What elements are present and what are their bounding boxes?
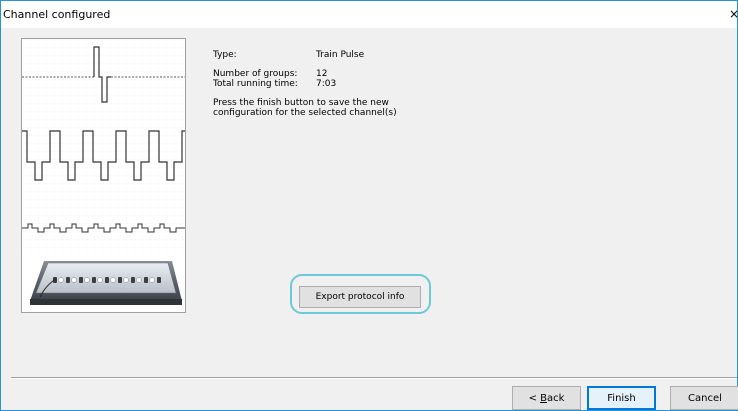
finish-button[interactable]: Finish [587, 386, 656, 410]
instruction-line-1: Press the finish button to save the new [213, 98, 389, 108]
export-protocol-info-button[interactable]: Export protocol info [299, 286, 421, 308]
dialog-content: Type: Train Pulse Number of groups: 12 T… [2, 28, 738, 410]
time-row: Total running time: 7:03 [213, 79, 593, 89]
groups-row: Number of groups: 12 [213, 69, 593, 79]
window-title: Channel configured [3, 8, 111, 21]
footer-separator [11, 377, 737, 379]
time-label: Total running time: [213, 79, 298, 89]
back-rest: ack [547, 392, 565, 404]
stimulator-device-icon [30, 261, 182, 305]
dialog-window: Channel configured × Type: Train Pulse N… [0, 0, 738, 411]
back-accelerator: B [540, 392, 547, 404]
configuration-summary: Type: Train Pulse Number of groups: 12 T… [213, 50, 593, 118]
groups-value: 12 [316, 69, 328, 79]
type-value: Train Pulse [316, 50, 365, 60]
cancel-button[interactable]: Cancel [670, 386, 738, 410]
type-label: Type: [213, 50, 237, 60]
back-prefix: < [528, 392, 541, 404]
waveform-preview-panel [21, 38, 186, 313]
groups-label: Number of groups: [213, 69, 298, 79]
type-row: Type: Train Pulse [213, 50, 593, 60]
grid-background [22, 39, 185, 254]
waveform-preview-illustration [22, 39, 185, 305]
time-value: 7:03 [316, 79, 337, 89]
back-button[interactable]: < Back [512, 386, 581, 410]
finish-instruction: Press the finish button to save the new … [213, 98, 473, 118]
title-bar: Channel configured × [1, 1, 738, 28]
instruction-line-2: configuration for the selected channel(s… [213, 108, 397, 118]
close-icon[interactable]: × [729, 7, 738, 21]
